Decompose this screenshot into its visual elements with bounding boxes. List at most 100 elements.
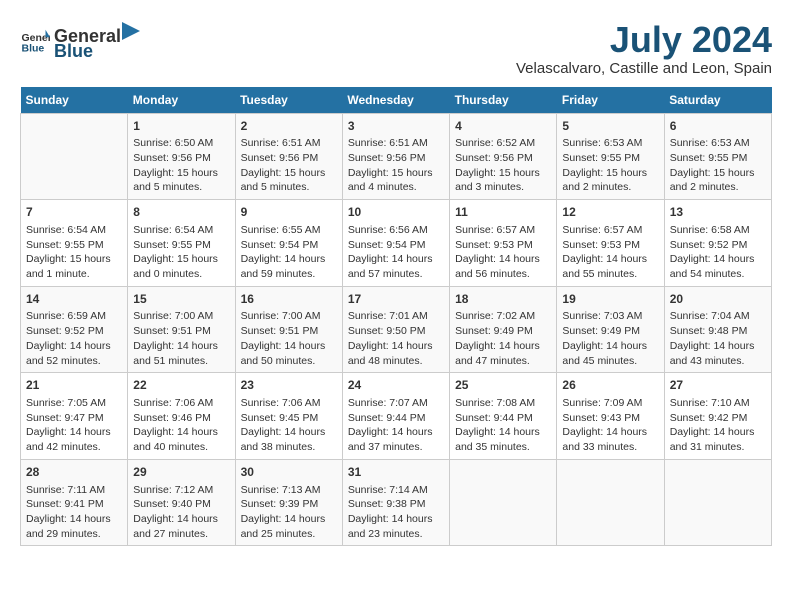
calendar-cell: 31 Sunrise: 7:14 AM Sunset: 9:38 PM Dayli…	[342, 459, 449, 546]
day-number: 23	[241, 377, 337, 394]
cell-content: Sunrise: 6:53 AM Sunset: 9:55 PM Dayligh…	[562, 136, 658, 195]
calendar-cell: 7Sunrise: 6:54 AM Sunset: 9:55 PM Daylig…	[21, 200, 128, 287]
cell-content: Sunrise: 7:10 AM Sunset: 9:42 PM Dayligh…	[670, 396, 766, 455]
cell-content: Sunrise: 7:01 AM Sunset: 9:50 PM Dayligh…	[348, 309, 444, 368]
cell-content: Sunrise: 7:12 AM Sunset: 9:40 PM Dayligh…	[133, 483, 229, 542]
calendar-cell	[664, 459, 771, 546]
calendar-cell: 18Sunrise: 7:02 AM Sunset: 9:49 PM Dayli…	[450, 286, 557, 373]
calendar-header-row: SundayMondayTuesdayWednesdayThursdayFrid…	[21, 87, 772, 114]
day-number: 3	[348, 118, 444, 135]
cell-content: Sunrise: 7:00 AM Sunset: 9:51 PM Dayligh…	[241, 309, 337, 368]
cell-content: Sunrise: 7:03 AM Sunset: 9:49 PM Dayligh…	[562, 309, 658, 368]
day-number: 30	[241, 464, 337, 481]
day-header-saturday: Saturday	[664, 87, 771, 114]
day-number: 24	[348, 377, 444, 394]
day-number: 9	[241, 204, 337, 221]
cell-content: Sunrise: 7:09 AM Sunset: 9:43 PM Dayligh…	[562, 396, 658, 455]
cell-content: Sunrise: 7:00 AM Sunset: 9:51 PM Dayligh…	[133, 309, 229, 368]
cell-content: Sunrise: 7:04 AM Sunset: 9:48 PM Dayligh…	[670, 309, 766, 368]
cell-content: Sunrise: 6:52 AM Sunset: 9:56 PM Dayligh…	[455, 136, 551, 195]
cell-content: Sunrise: 6:57 AM Sunset: 9:53 PM Dayligh…	[562, 223, 658, 282]
day-number: 27	[670, 377, 766, 394]
day-number: 5	[562, 118, 658, 135]
day-number: 4	[455, 118, 551, 135]
calendar-cell: 6Sunrise: 6:53 AM Sunset: 9:55 PM Daylig…	[664, 113, 771, 200]
day-header-friday: Friday	[557, 87, 664, 114]
calendar-cell	[450, 459, 557, 546]
calendar-cell: 20Sunrise: 7:04 AM Sunset: 9:48 PM Dayli…	[664, 286, 771, 373]
day-header-tuesday: Tuesday	[235, 87, 342, 114]
calendar-cell: 11Sunrise: 6:57 AM Sunset: 9:53 PM Dayli…	[450, 200, 557, 287]
logo-icon: General Blue	[20, 26, 50, 56]
day-number: 16	[241, 291, 337, 308]
calendar-cell: 2Sunrise: 6:51 AM Sunset: 9:56 PM Daylig…	[235, 113, 342, 200]
logo-arrow-icon	[122, 20, 140, 42]
cell-content: Sunrise: 6:57 AM Sunset: 9:53 PM Dayligh…	[455, 223, 551, 282]
day-number: 12	[562, 204, 658, 221]
calendar-cell: 19Sunrise: 7:03 AM Sunset: 9:49 PM Dayli…	[557, 286, 664, 373]
cell-content: Sunrise: 6:51 AM Sunset: 9:56 PM Dayligh…	[348, 136, 444, 195]
cell-content: Sunrise: 7:06 AM Sunset: 9:46 PM Dayligh…	[133, 396, 229, 455]
calendar-week-row: 28 Sunrise: 7:11 AM Sunset: 9:41 PM Dayli…	[21, 459, 772, 546]
day-number: 29	[133, 464, 229, 481]
calendar-cell: 28 Sunrise: 7:11 AM Sunset: 9:41 PM Dayli…	[21, 459, 128, 546]
day-header-sunday: Sunday	[21, 87, 128, 114]
calendar-cell: 15Sunrise: 7:00 AM Sunset: 9:51 PM Dayli…	[128, 286, 235, 373]
cell-content: Sunrise: 6:54 AM Sunset: 9:55 PM Dayligh…	[26, 223, 122, 282]
cell-content: Sunrise: 7:08 AM Sunset: 9:44 PM Dayligh…	[455, 396, 551, 455]
calendar-cell: 21Sunrise: 7:05 AM Sunset: 9:47 PM Dayli…	[21, 373, 128, 460]
cell-content: Sunrise: 7:13 AM Sunset: 9:39 PM Dayligh…	[241, 483, 337, 542]
day-number: 25	[455, 377, 551, 394]
day-number: 1	[133, 118, 229, 135]
cell-content: Sunrise: 6:58 AM Sunset: 9:52 PM Dayligh…	[670, 223, 766, 282]
cell-content: Sunrise: 6:50 AM Sunset: 9:56 PM Dayligh…	[133, 136, 229, 195]
cell-content: Sunrise: 6:54 AM Sunset: 9:55 PM Dayligh…	[133, 223, 229, 282]
day-number: 17	[348, 291, 444, 308]
calendar-cell: 16Sunrise: 7:00 AM Sunset: 9:51 PM Dayli…	[235, 286, 342, 373]
day-number: 28	[26, 464, 122, 481]
calendar-cell	[21, 113, 128, 200]
title-block: July 2024 Velascalvaro, Castille and Leo…	[516, 20, 772, 77]
calendar-cell: 22 Sunrise: 7:06 AM Sunset: 9:46 PM Dayli…	[128, 373, 235, 460]
calendar-cell: 9Sunrise: 6:55 AM Sunset: 9:54 PM Daylig…	[235, 200, 342, 287]
day-number: 18	[455, 291, 551, 308]
calendar-cell: 3Sunrise: 6:51 AM Sunset: 9:56 PM Daylig…	[342, 113, 449, 200]
calendar-week-row: 7Sunrise: 6:54 AM Sunset: 9:55 PM Daylig…	[21, 200, 772, 287]
calendar-cell: 24 Sunrise: 7:07 AM Sunset: 9:44 PM Dayli…	[342, 373, 449, 460]
location-subtitle: Velascalvaro, Castille and Leon, Spain	[516, 60, 772, 77]
day-number: 22	[133, 377, 229, 394]
cell-content: Sunrise: 7:07 AM Sunset: 9:44 PM Dayligh…	[348, 396, 444, 455]
calendar-cell: 4Sunrise: 6:52 AM Sunset: 9:56 PM Daylig…	[450, 113, 557, 200]
day-header-wednesday: Wednesday	[342, 87, 449, 114]
day-number: 2	[241, 118, 337, 135]
calendar-cell	[557, 459, 664, 546]
day-number: 26	[562, 377, 658, 394]
day-number: 15	[133, 291, 229, 308]
calendar-cell: 14Sunrise: 6:59 AM Sunset: 9:52 PM Dayli…	[21, 286, 128, 373]
day-number: 6	[670, 118, 766, 135]
day-number: 19	[562, 291, 658, 308]
cell-content: Sunrise: 6:51 AM Sunset: 9:56 PM Dayligh…	[241, 136, 337, 195]
calendar-cell: 27 Sunrise: 7:10 AM Sunset: 9:42 PM Dayli…	[664, 373, 771, 460]
cell-content: Sunrise: 7:14 AM Sunset: 9:38 PM Dayligh…	[348, 483, 444, 542]
day-number: 31	[348, 464, 444, 481]
cell-content: Sunrise: 7:02 AM Sunset: 9:49 PM Dayligh…	[455, 309, 551, 368]
logo: General Blue General Blue	[20, 20, 141, 62]
calendar-cell: 25 Sunrise: 7:08 AM Sunset: 9:44 PM Dayli…	[450, 373, 557, 460]
cell-content: Sunrise: 7:11 AM Sunset: 9:41 PM Dayligh…	[26, 483, 122, 542]
day-number: 8	[133, 204, 229, 221]
cell-content: Sunrise: 6:53 AM Sunset: 9:55 PM Dayligh…	[670, 136, 766, 195]
calendar-cell: 5Sunrise: 6:53 AM Sunset: 9:55 PM Daylig…	[557, 113, 664, 200]
day-number: 10	[348, 204, 444, 221]
calendar-cell: 26 Sunrise: 7:09 AM Sunset: 9:43 PM Dayli…	[557, 373, 664, 460]
calendar-week-row: 14Sunrise: 6:59 AM Sunset: 9:52 PM Dayli…	[21, 286, 772, 373]
calendar-cell: 1Sunrise: 6:50 AM Sunset: 9:56 PM Daylig…	[128, 113, 235, 200]
page-header: General Blue General Blue July 2024 Vela…	[20, 20, 772, 77]
cell-content: Sunrise: 6:56 AM Sunset: 9:54 PM Dayligh…	[348, 223, 444, 282]
day-number: 14	[26, 291, 122, 308]
svg-text:Blue: Blue	[22, 43, 45, 55]
day-number: 21	[26, 377, 122, 394]
calendar-cell: 29 Sunrise: 7:12 AM Sunset: 9:40 PM Dayli…	[128, 459, 235, 546]
month-year-title: July 2024	[516, 20, 772, 60]
calendar-cell: 10 Sunrise: 6:56 AM Sunset: 9:54 PM Dayli…	[342, 200, 449, 287]
